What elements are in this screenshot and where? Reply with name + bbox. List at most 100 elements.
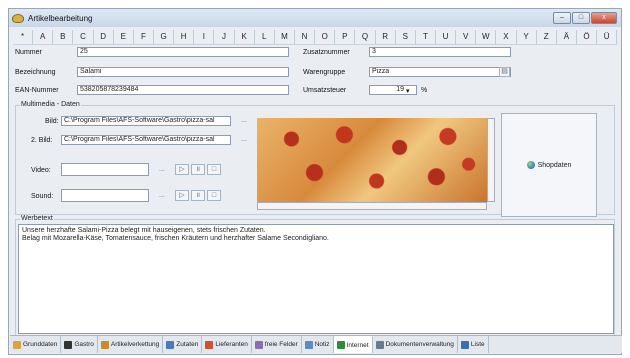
- minimize-button[interactable]: –: [553, 12, 571, 24]
- tab-lieferanten[interactable]: Lieferanten: [202, 336, 252, 353]
- tab-icon: [205, 340, 214, 349]
- alphabet-letter[interactable]: Ü: [597, 30, 618, 44]
- image-horizontal-scrollbar[interactable]: [257, 202, 487, 210]
- article-image: [257, 118, 487, 202]
- alphabet-letter[interactable]: K: [235, 30, 255, 44]
- tab-zutaten[interactable]: Zutaten: [163, 336, 203, 353]
- umsatzsteuer-label: Umsatzsteuer: [303, 87, 347, 94]
- video-play-icon[interactable]: ▷: [175, 164, 189, 175]
- bottom-tab-bar: Grunddaten Gastro Artikelverkettung Zutaten…: [10, 335, 622, 353]
- tab-gastro[interactable]: Gastro: [61, 336, 98, 353]
- video-stop-icon[interactable]: □: [207, 164, 221, 175]
- sound-stop-icon[interactable]: □: [207, 190, 221, 201]
- shopdaten-button[interactable]: Shopdaten: [501, 113, 597, 217]
- warengruppe-picker-icon[interactable]: ▤: [499, 67, 510, 77]
- bild-path-input[interactable]: C:\Program Files\AFS-Software\Gastro\piz…: [61, 116, 231, 126]
- tab-label: Artikelverkettung: [110, 341, 160, 348]
- alphabet-letter[interactable]: P: [335, 30, 356, 44]
- alphabet-letter[interactable]: Y: [517, 30, 537, 44]
- alphabet-letter[interactable]: T: [416, 30, 436, 44]
- alphabet-letter[interactable]: L: [255, 30, 275, 44]
- alphabet-letter[interactable]: N: [295, 30, 316, 44]
- alphabet-letter[interactable]: C: [73, 30, 94, 44]
- alphabet-letter[interactable]: Ä: [557, 30, 577, 44]
- bild2-path-input[interactable]: C:\Program Files\AFS-Software\Gastro\piz…: [61, 135, 231, 145]
- werbetext-textarea[interactable]: Unsere herzhafte Salami-Pizza belegt mit…: [18, 224, 614, 334]
- tab-label: Liste: [470, 341, 485, 348]
- close-button[interactable]: x: [591, 12, 617, 24]
- alphabet-letter[interactable]: A: [33, 30, 54, 44]
- ean-label: EAN-Nummer: [15, 87, 59, 94]
- tab-liste[interactable]: Liste: [458, 336, 489, 353]
- warengruppe-input[interactable]: Pizza: [369, 67, 511, 77]
- tab-label: Lieferanten: [215, 341, 248, 348]
- alphabet-letter[interactable]: S: [396, 30, 416, 44]
- tab-label: Dokumentenverwaltung: [385, 341, 454, 348]
- ean-input[interactable]: 538205878239484: [77, 85, 289, 95]
- tab-freie-felder[interactable]: freie Felder: [252, 336, 302, 353]
- tab-dokumentenverwaltung[interactable]: Dokumentenverwaltung: [373, 336, 458, 353]
- alphabet-letter[interactable]: M: [275, 30, 295, 44]
- tab-icon: [304, 340, 313, 349]
- video-pause-icon[interactable]: ॥: [191, 164, 205, 175]
- bild2-label: 2. Bild:: [31, 137, 53, 144]
- alphabet-letter[interactable]: *: [13, 30, 34, 44]
- video-browse-button[interactable]: ...: [159, 166, 165, 173]
- alphabet-letter[interactable]: X: [496, 30, 517, 44]
- alphabet-letter[interactable]: Z: [537, 30, 557, 44]
- bezeichnung-label: Bezeichnung: [15, 69, 56, 76]
- tab-icon: [254, 340, 263, 349]
- video-input[interactable]: [61, 163, 149, 176]
- alphabet-letter[interactable]: G: [154, 30, 175, 44]
- alphabet-letter[interactable]: H: [174, 30, 195, 44]
- maximize-button[interactable]: □: [572, 12, 590, 24]
- bezeichnung-input[interactable]: Salami: [77, 67, 289, 77]
- nummer-label: Nummer: [15, 49, 42, 56]
- alphabet-letter[interactable]: Ö: [577, 30, 598, 44]
- tab-internet[interactable]: Internet: [333, 336, 373, 353]
- alphabet-letter[interactable]: B: [53, 30, 74, 44]
- alphabet-index: * A B C D E F G H I J K L M N O P Q R S T U V W X Y Z Ä Ö Ü: [13, 30, 618, 45]
- tab-grunddaten[interactable]: Grunddaten: [10, 336, 62, 353]
- tab-icon: [460, 340, 469, 349]
- alphabet-letter[interactable]: Q: [355, 30, 376, 44]
- umsatzsteuer-unit: %: [421, 87, 428, 94]
- zusatznummer-input[interactable]: 3: [369, 47, 511, 57]
- tab-notiz[interactable]: Notiz: [302, 336, 334, 353]
- image-vertical-scrollbar[interactable]: [487, 118, 495, 202]
- tab-label: freie Felder: [264, 341, 298, 348]
- sound-input[interactable]: [61, 189, 149, 202]
- sound-play-icon[interactable]: ▷: [175, 190, 189, 201]
- shopdaten-label: Shopdaten: [537, 161, 572, 169]
- tab-icon: [336, 341, 345, 349]
- tab-label: Grunddaten: [23, 341, 58, 348]
- zusatznummer-label: Zusatznummer: [303, 49, 350, 56]
- tab-label: Internet: [346, 341, 369, 349]
- bild2-browse-button[interactable]: ...: [241, 136, 247, 143]
- alphabet-letter[interactable]: F: [134, 30, 154, 44]
- bild-label: Bild:: [45, 118, 59, 125]
- alphabet-letter[interactable]: J: [214, 30, 235, 44]
- globe-icon: [526, 161, 535, 169]
- alphabet-letter[interactable]: R: [376, 30, 396, 44]
- tab-icon: [166, 340, 175, 349]
- tab-label: Zutaten: [176, 341, 199, 348]
- tab-icon: [100, 340, 109, 349]
- tab-icon: [64, 340, 73, 349]
- alphabet-letter[interactable]: I: [194, 30, 215, 44]
- alphabet-letter[interactable]: U: [436, 30, 457, 44]
- warengruppe-label: Warengruppe: [303, 69, 346, 76]
- bild-browse-button[interactable]: ...: [241, 117, 247, 124]
- alphabet-letter[interactable]: D: [94, 30, 114, 44]
- alphabet-letter[interactable]: E: [114, 30, 134, 44]
- multimedia-group-label: Multimedia - Daten: [20, 101, 81, 108]
- alphabet-letter[interactable]: O: [315, 30, 336, 44]
- nummer-input[interactable]: 25: [77, 47, 289, 57]
- chevron-down-icon[interactable]: ▾: [406, 87, 410, 95]
- sound-browse-button[interactable]: ...: [159, 192, 165, 199]
- title-bar: Artikelbearbeitung – □ x: [9, 9, 621, 27]
- sound-pause-icon[interactable]: ॥: [191, 190, 205, 201]
- tab-artikelverkettung[interactable]: Artikelverkettung: [98, 336, 164, 353]
- alphabet-letter[interactable]: V: [456, 30, 477, 44]
- alphabet-letter[interactable]: W: [476, 30, 497, 44]
